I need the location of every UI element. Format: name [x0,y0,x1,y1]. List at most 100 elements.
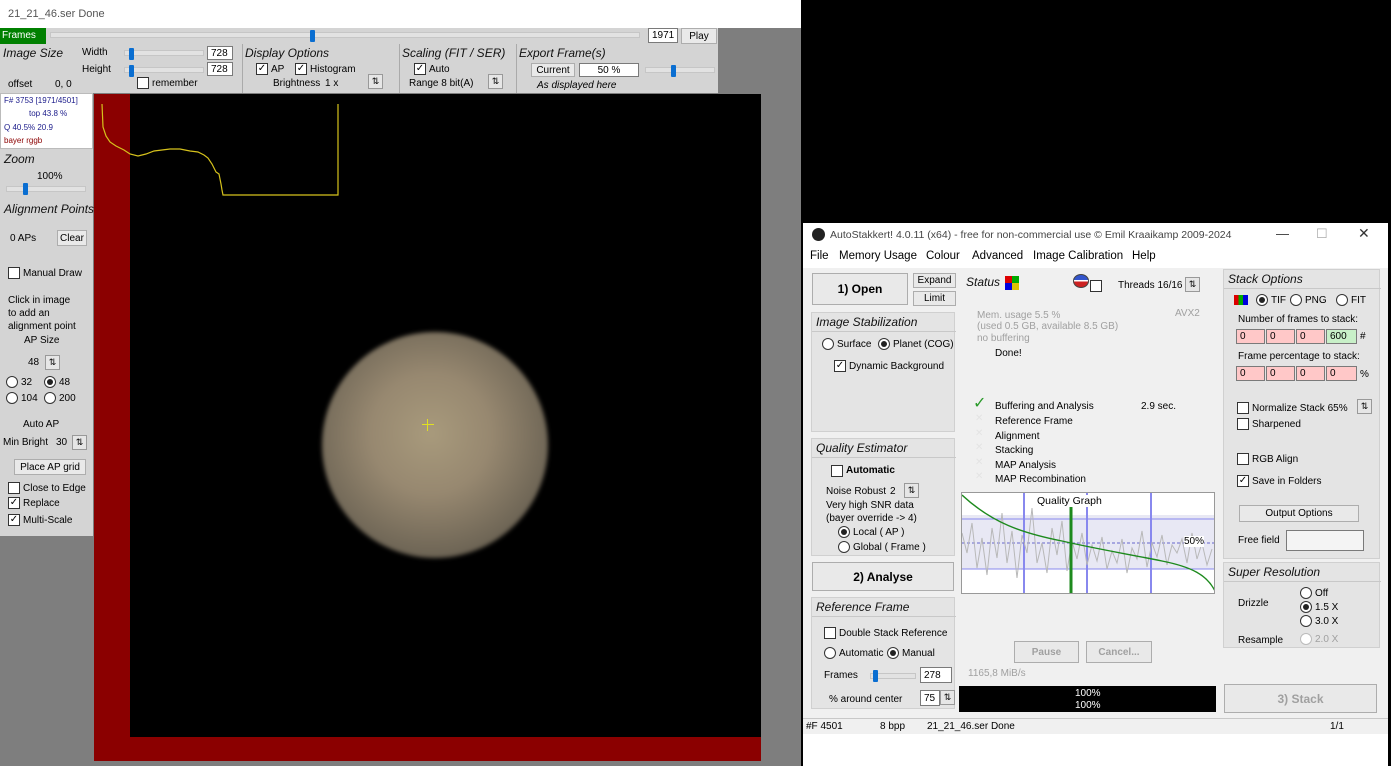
around-center-spinner[interactable]: ⇅ [940,690,955,705]
stack-button[interactable]: 3) Stack [1224,684,1377,713]
free-field-input[interactable] [1286,530,1364,551]
pause-button-visible[interactable]: Pause [1014,641,1079,663]
normalize-stack-checkbox[interactable] [1237,402,1249,414]
step-stacking: Stacking [995,445,1034,456]
automatic-quality-checkbox[interactable] [831,465,843,477]
globe-checkbox[interactable] [1090,280,1102,292]
close-to-edge-checkbox[interactable] [8,482,20,494]
ap-size-104-radio[interactable] [6,392,18,404]
height-slider[interactable] [124,67,204,73]
menu-advanced[interactable]: Advanced [972,250,1023,262]
replace-checkbox[interactable]: ✓ [8,497,20,509]
num-frames-field-4[interactable]: 600 [1326,329,1357,344]
height-field[interactable]: 728 [207,62,233,76]
scaling-title: Scaling (FIT / SER) [402,46,506,60]
minimize-icon[interactable]: — [1276,226,1289,241]
export-percent-field[interactable]: 50 % [579,63,639,77]
statusbar-file: 21_21_46.ser Done [927,721,1015,732]
app-statusbar: #F 4501 8 bpp 21_21_46.ser Done 1/1 [803,718,1388,734]
fit-radio[interactable] [1336,294,1348,306]
analyse-button[interactable]: 2) Analyse [812,562,954,591]
height-slider-thumb[interactable] [129,65,134,77]
tif-radio[interactable] [1256,294,1268,306]
dynamic-background-checkbox[interactable]: ✓ [834,360,846,372]
num-frames-field-3[interactable]: 0 [1296,329,1325,344]
menu-memory-usage[interactable]: Memory Usage [839,250,917,262]
frame-number-field[interactable]: 1971 [648,28,678,43]
play-button[interactable]: Play [681,28,717,44]
width-slider[interactable] [124,50,204,56]
brightness-spinner[interactable]: ⇅ [368,74,383,89]
frame-slider-thumb[interactable] [309,30,315,42]
normalize-spinner[interactable]: ⇅ [1357,399,1372,414]
expand-button[interactable]: Expand [913,273,956,288]
remember-checkbox[interactable] [137,77,149,89]
cancel-button[interactable]: Cancel... [1086,641,1152,663]
open-button[interactable]: 1) Open [812,273,908,305]
rgb-align-label: RGB Align [1252,454,1299,465]
frames-label: Frames [0,28,46,44]
step-buffering: Buffering and Analysis [995,401,1094,412]
export-slider[interactable] [645,67,715,73]
threads-spinner[interactable]: ⇅ [1185,277,1200,292]
ap-size-32-radio[interactable] [6,376,18,388]
global-radio[interactable] [838,541,850,553]
multi-scale-checkbox[interactable]: ✓ [8,514,20,526]
export-slider-thumb[interactable] [671,65,676,77]
local-radio[interactable] [838,526,850,538]
histogram-checkbox[interactable]: ✓ [295,63,307,75]
ap-checkbox[interactable]: ✓ [256,63,268,75]
num-frames-field-2[interactable]: 0 [1266,329,1295,344]
pct-field-4[interactable]: 0 [1326,366,1357,381]
menu-colour[interactable]: Colour [926,250,960,262]
image-canvas[interactable] [94,94,761,761]
place-ap-grid-button[interactable]: Place AP grid [14,459,86,475]
drizzle-off-radio[interactable] [1300,587,1312,599]
frame-slider[interactable] [50,32,640,38]
maximize-icon[interactable]: ☐ [1316,226,1328,242]
ap-size-spinner[interactable]: ⇅ [45,355,60,370]
menu-file[interactable]: File [810,250,829,262]
num-frames-field-1[interactable]: 0 [1236,329,1265,344]
width-field[interactable]: 728 [207,46,233,60]
zoom-title: Zoom [4,152,35,166]
output-options-button[interactable]: Output Options [1239,505,1359,522]
menu-help[interactable]: Help [1132,250,1156,262]
reference-automatic-radio[interactable] [824,647,836,659]
save-in-folders-checkbox[interactable]: ✓ [1237,475,1249,487]
ap-size-200-radio[interactable] [44,392,56,404]
around-center-field[interactable]: 75 [920,690,940,706]
min-bright-spinner[interactable]: ⇅ [72,435,87,450]
auto-scaling-checkbox[interactable]: ✓ [414,63,426,75]
png-radio[interactable] [1290,294,1302,306]
sharpened-checkbox[interactable] [1237,418,1249,430]
limit-button[interactable]: Limit [913,291,956,306]
zoom-slider[interactable] [6,186,86,192]
drizzle-30-radio[interactable] [1300,615,1312,627]
pct-field-3[interactable]: 0 [1296,366,1325,381]
range-spinner[interactable]: ⇅ [488,74,503,89]
clear-aps-button[interactable]: Clear [57,230,87,246]
zoom-slider-thumb[interactable] [23,183,28,195]
noise-robust-spinner[interactable]: ⇅ [904,483,919,498]
double-stack-checkbox[interactable] [824,627,836,639]
step-reference-frame: Reference Frame [995,416,1073,427]
width-slider-thumb[interactable] [129,48,134,60]
reference-frames-field[interactable]: 278 [920,667,952,683]
planet-cog-radio[interactable] [878,338,890,350]
close-icon[interactable]: ✕ [1358,225,1370,242]
reference-manual-radio[interactable] [887,647,899,659]
resample-radio[interactable] [1300,633,1312,645]
ap-size-48-radio[interactable] [44,376,56,388]
reference-frames-thumb[interactable] [873,670,878,682]
rgb-align-checkbox[interactable] [1237,453,1249,465]
surface-radio[interactable] [822,338,834,350]
as-displayed-label: As displayed here [537,80,617,91]
menu-image-calibration[interactable]: Image Calibration [1033,250,1123,262]
drizzle-15-radio[interactable] [1300,601,1312,613]
manual-draw-checkbox[interactable] [8,267,20,279]
progress-1: 100% [1075,688,1101,699]
pct-field-2[interactable]: 0 [1266,366,1295,381]
pct-field-1[interactable]: 0 [1236,366,1265,381]
export-current-button[interactable]: Current [531,63,575,77]
